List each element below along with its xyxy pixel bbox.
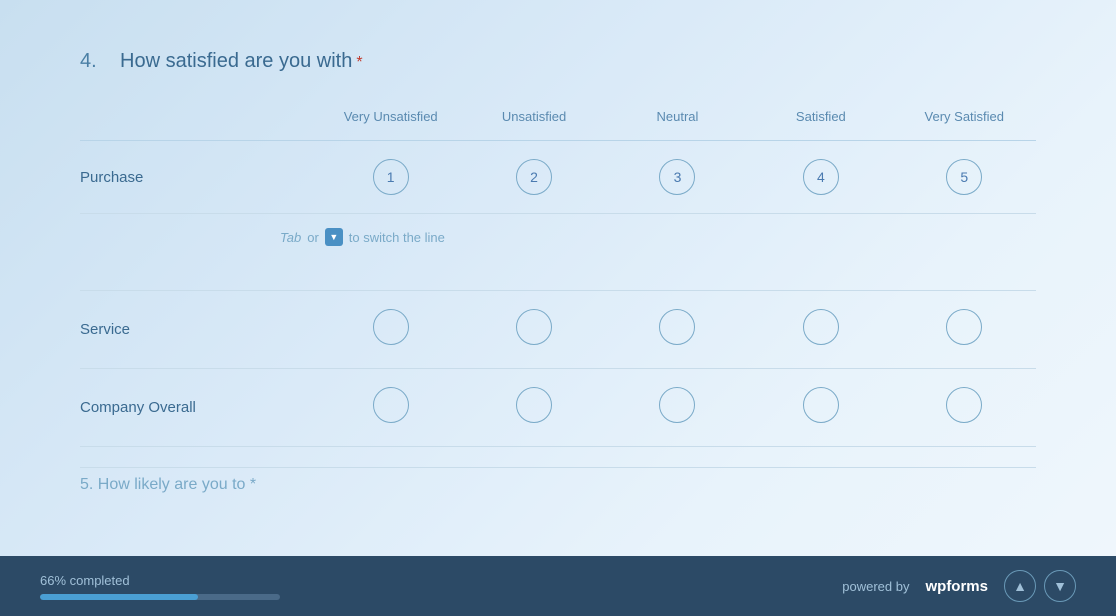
radio-purchase-3[interactable]: 3	[606, 141, 749, 214]
required-star: *	[356, 54, 362, 71]
wpforms-brand: wpforms	[925, 578, 988, 595]
main-content: 4. How satisfied are you with* Very Unsa…	[0, 0, 1116, 556]
row-label-service: Service	[80, 291, 319, 369]
radio-circle[interactable]	[373, 387, 409, 423]
question-number: 4.	[80, 50, 104, 73]
radio-service-1[interactable]	[319, 291, 462, 369]
radio-circle[interactable]	[946, 387, 982, 423]
tab-hint-text: to switch the line	[349, 230, 445, 245]
header-row: Very Unsatisfied Unsatisfied Neutral Sat…	[80, 101, 1036, 141]
radio-purchase-2[interactable]: 2	[462, 141, 605, 214]
spacer-row	[80, 270, 1036, 291]
row-label-company: Company Overall	[80, 369, 319, 447]
radio-circle[interactable]	[946, 309, 982, 345]
next-question-hint: 5. How likely are you to *	[80, 467, 1036, 500]
radio-circle[interactable]	[516, 387, 552, 423]
row-label-purchase: Purchase	[80, 141, 319, 214]
powered-by-label: powered by	[842, 579, 909, 594]
header-neutral: Neutral	[606, 101, 749, 141]
nav-down-button[interactable]: ▼	[1044, 570, 1076, 602]
footer: 66% completed powered by wpforms ▲ ▼	[0, 556, 1116, 616]
progress-section: 66% completed	[40, 573, 280, 600]
radio-circle[interactable]	[803, 387, 839, 423]
radio-circle[interactable]	[803, 309, 839, 345]
radio-circle[interactable]: 4	[803, 159, 839, 195]
table-row: Purchase 1 2 3 4 5	[80, 141, 1036, 214]
nav-up-button[interactable]: ▲	[1004, 570, 1036, 602]
header-very-unsatisfied: Very Unsatisfied	[319, 101, 462, 141]
rating-table: Very Unsatisfied Unsatisfied Neutral Sat…	[80, 101, 1036, 447]
radio-circle[interactable]: 3	[659, 159, 695, 195]
chevron-down-icon: ▼	[1053, 578, 1067, 594]
radio-service-3[interactable]	[606, 291, 749, 369]
radio-purchase-1[interactable]: 1	[319, 141, 462, 214]
radio-circle[interactable]: 1	[373, 159, 409, 195]
powered-by: powered by wpforms ▲ ▼	[842, 570, 1076, 602]
table-row: Company Overall	[80, 369, 1036, 447]
progress-label: 66% completed	[40, 573, 280, 588]
tab-key-label: Tab	[280, 230, 301, 245]
radio-purchase-5[interactable]: 5	[893, 141, 1036, 214]
nav-buttons: ▲ ▼	[1004, 570, 1076, 602]
radio-circle[interactable]	[659, 309, 695, 345]
radio-company-5[interactable]	[893, 369, 1036, 447]
header-very-satisfied: Very Satisfied	[893, 101, 1036, 141]
radio-circle[interactable]	[516, 309, 552, 345]
radio-circle[interactable]	[373, 309, 409, 345]
question-title: How satisfied are you with	[120, 50, 352, 72]
question-header: 4. How satisfied are you with*	[80, 50, 1036, 73]
table-row: Service	[80, 291, 1036, 369]
header-row-label	[80, 101, 319, 141]
radio-company-2[interactable]	[462, 369, 605, 447]
radio-service-4[interactable]	[749, 291, 892, 369]
progress-bar-container	[40, 594, 280, 600]
header-satisfied: Satisfied	[749, 101, 892, 141]
radio-service-5[interactable]	[893, 291, 1036, 369]
progress-bar-fill	[40, 594, 198, 600]
chevron-up-icon: ▲	[1013, 578, 1027, 594]
radio-circle[interactable]: 5	[946, 159, 982, 195]
radio-circle[interactable]	[659, 387, 695, 423]
header-unsatisfied: Unsatisfied	[462, 101, 605, 141]
tab-hint-row: Tab or to switch the line	[80, 214, 1036, 271]
down-arrow-icon	[325, 228, 343, 246]
radio-purchase-4[interactable]: 4	[749, 141, 892, 214]
radio-service-2[interactable]	[462, 291, 605, 369]
radio-circle[interactable]: 2	[516, 159, 552, 195]
radio-company-4[interactable]	[749, 369, 892, 447]
tab-hint: Tab or to switch the line	[80, 228, 1036, 246]
tab-hint-or: or	[307, 230, 319, 245]
radio-company-1[interactable]	[319, 369, 462, 447]
radio-company-3[interactable]	[606, 369, 749, 447]
question-title-container: How satisfied are you with*	[120, 50, 363, 73]
